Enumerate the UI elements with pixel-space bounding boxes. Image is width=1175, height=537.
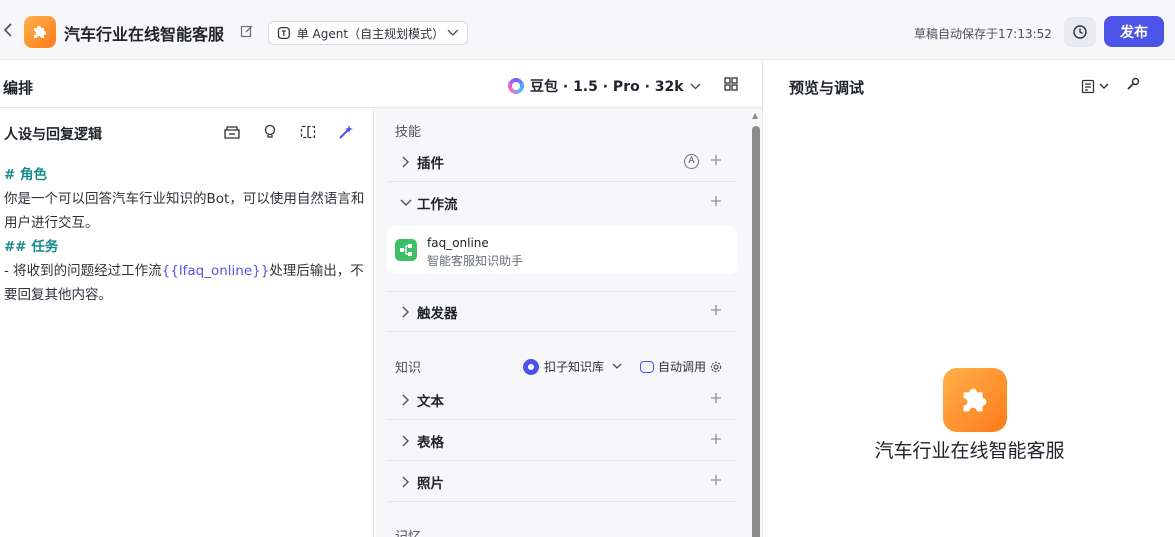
scroll-up-icon[interactable]: ▲ xyxy=(752,112,760,120)
coze-kb-icon xyxy=(523,358,539,375)
plugin-label: 插件 xyxy=(417,155,444,172)
split-view-icon[interactable] xyxy=(298,122,318,142)
prompt-heading-task: ## 任务 xyxy=(4,239,59,255)
skills-panel: 技能 插件 A 工作流 faq_online 智能客服知识助手 触发器 知识 扣… xyxy=(375,108,762,537)
add-photo-icon xyxy=(711,475,721,485)
model-label: 豆包 · 1.5 · Pro · 32k xyxy=(530,79,684,95)
app-logo xyxy=(24,16,56,48)
chevron-right-icon xyxy=(402,435,409,446)
row-plugin[interactable]: 插件 A xyxy=(387,142,737,182)
chevron-down-icon xyxy=(1099,83,1109,89)
photo-label: 照片 xyxy=(417,475,444,492)
scrollbar-thumb[interactable] xyxy=(752,126,760,537)
auto-mode-icon[interactable]: A xyxy=(684,154,699,169)
agent-mode-label: 单 Agent（自主规划模式） xyxy=(296,26,445,41)
puzzle-icon xyxy=(34,26,46,38)
publish-button[interactable]: 发布 xyxy=(1104,16,1164,47)
lightbulb-icon[interactable] xyxy=(260,122,280,142)
workflow-label: 工作流 xyxy=(417,197,458,213)
add-table-icon xyxy=(711,434,721,444)
model-select[interactable]: 豆包 · 1.5 · Pro · 32k xyxy=(508,76,701,96)
chevron-down-icon xyxy=(447,29,459,36)
document-icon xyxy=(1081,79,1095,93)
knowledge-section-title: 知识 xyxy=(395,361,422,376)
auto-call-label[interactable]: 自动调用 xyxy=(658,358,706,375)
bot-avatar xyxy=(943,368,1007,432)
agent-icon xyxy=(277,26,290,40)
bot-title: 汽车行业在线智能客服 xyxy=(64,25,225,44)
chevron-right-icon xyxy=(402,306,409,317)
history-icon xyxy=(1073,25,1087,39)
workflow-name: faq_online xyxy=(427,236,489,250)
auto-optimize-icon[interactable] xyxy=(336,122,356,142)
wrench-icon[interactable] xyxy=(1125,76,1141,96)
arrange-header: 编排 豆包 · 1.5 · Pro · 32k xyxy=(0,60,762,108)
row-text[interactable]: 文本 xyxy=(387,380,737,420)
add-workflow-icon xyxy=(711,196,721,206)
row-table[interactable]: 表格 xyxy=(387,421,737,461)
prompt-toolbar xyxy=(222,122,356,142)
row-photo[interactable]: 照片 xyxy=(387,462,737,502)
agent-mode-select[interactable]: 单 Agent（自主规划模式） xyxy=(268,21,468,45)
chevron-down-icon xyxy=(690,83,701,89)
prompt-heading-role: # 角色 xyxy=(4,167,48,183)
preview-panel: 预览与调试 汽车行业在线智能客服 xyxy=(762,60,1175,537)
settings-gear-icon xyxy=(710,361,722,372)
workflow-variable: {{lfaq_online}} xyxy=(161,263,270,279)
arrange-title: 编排 xyxy=(3,79,34,97)
trigger-label: 触发器 xyxy=(417,305,458,322)
skills-section-title: 技能 xyxy=(395,125,422,140)
workflow-icon xyxy=(395,239,417,261)
chevron-down-icon xyxy=(612,363,622,369)
puzzle-icon xyxy=(963,388,987,412)
autosave-status: 草稿自动保存于17:13:52 xyxy=(914,27,1052,41)
prompt-editor[interactable]: # 角色 你是一个可以回答汽车行业知识的Bot，可以使用自然语言和用户进行交互。… xyxy=(4,163,368,307)
history-button[interactable] xyxy=(1064,17,1096,47)
edit-icon[interactable] xyxy=(240,24,254,38)
chevron-down-icon xyxy=(400,199,412,206)
debug-log-button[interactable] xyxy=(1081,79,1109,94)
bot-name: 汽车行业在线智能客服 xyxy=(874,440,1065,462)
row-trigger[interactable]: 触发器 xyxy=(387,292,737,332)
prompt-panel: 人设与回复逻辑 # 角色 你是一个可以回答汽车行业知识的Bot，可以使用自然语言… xyxy=(0,108,374,537)
workflow-desc: 智能客服知识助手 xyxy=(427,254,524,268)
kb-source-select[interactable]: 扣子知识库 xyxy=(544,358,604,375)
task-prefix: - 将收到的问题经过工作流 xyxy=(4,263,162,279)
prompt-task-text: - 将收到的问题经过工作流{{lfaq_online}}处理后输出，不要回复其他… xyxy=(4,259,368,307)
preview-title: 预览与调试 xyxy=(789,79,865,97)
add-text-icon xyxy=(711,393,721,403)
prompt-title: 人设与回复逻辑 xyxy=(4,127,102,143)
doubao-logo-icon xyxy=(508,78,524,94)
layout-grid-icon[interactable] xyxy=(723,76,739,92)
chevron-right-icon xyxy=(402,156,409,167)
row-workflow[interactable]: 工作流 xyxy=(387,183,737,223)
table-label: 表格 xyxy=(417,434,444,451)
add-trigger-icon xyxy=(711,305,721,315)
memory-section-title: 记忆 xyxy=(395,526,421,537)
top-bar: 汽车行业在线智能客服 单 Agent（自主规划模式） 草稿自动保存于17:13:… xyxy=(0,0,1175,60)
text-label: 文本 xyxy=(417,393,444,410)
chevron-right-icon xyxy=(402,394,409,405)
back-arrow-icon[interactable] xyxy=(2,22,16,40)
add-plugin-icon xyxy=(711,155,721,165)
auto-call-icon xyxy=(640,360,655,373)
prompt-role-text: 你是一个可以回答汽车行业知识的Bot，可以使用自然语言和用户进行交互。 xyxy=(4,191,365,231)
prompt-library-icon[interactable] xyxy=(222,122,242,142)
knowledge-tools: 扣子知识库 自动调用 xyxy=(523,358,722,375)
preview-toolbar xyxy=(1081,76,1141,96)
chevron-right-icon xyxy=(402,476,409,487)
workflow-card[interactable]: faq_online 智能客服知识助手 xyxy=(387,226,737,274)
